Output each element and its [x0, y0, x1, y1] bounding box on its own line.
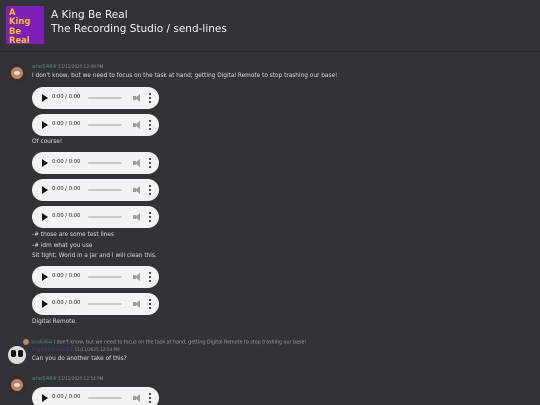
play-icon[interactable]: [42, 94, 48, 102]
audio-progress-slider[interactable]: [88, 162, 122, 164]
reply-author[interactable]: ano6464: [31, 341, 52, 346]
more-options-icon[interactable]: [149, 299, 151, 309]
message-text: Digital Remote.: [32, 319, 77, 325]
audio-player[interactable]: 0:00 / 0:00: [32, 114, 159, 136]
play-icon[interactable]: [42, 394, 48, 402]
play-icon[interactable]: [42, 213, 48, 221]
message-text: -# those are some test lines: [32, 232, 115, 238]
more-options-icon[interactable]: [149, 212, 151, 222]
more-options-icon[interactable]: [149, 393, 151, 403]
audio-time: 0:00 / 0:00: [52, 273, 81, 279]
audio-progress-slider[interactable]: [88, 276, 122, 278]
server-logo[interactable]: A King Be Real: [6, 6, 44, 45]
audio-player[interactable]: 0:00 / 0:00: [32, 266, 159, 288]
audio-progress-slider[interactable]: [88, 189, 122, 191]
reply-reference[interactable]: ano6464 I don't know, but we need to foc…: [23, 339, 306, 346]
audio-time: 0:00 / 0:00: [52, 300, 81, 306]
message-author[interactable]: ano6464 11/11/2025 12:49 PM: [32, 64, 103, 70]
audio-player[interactable]: 0:00 / 0:00: [32, 293, 159, 315]
audio-time: 0:00 / 0:00: [52, 213, 81, 219]
message-text: Of course!: [32, 139, 63, 145]
avatar[interactable]: [8, 64, 26, 82]
audio-time: 0:00 / 0:00: [52, 159, 81, 165]
server-name: A King Be Real: [51, 9, 128, 21]
play-icon[interactable]: [42, 186, 48, 194]
reply-avatar: [23, 339, 29, 345]
channel-header: A King Be Real A King Be Real The Record…: [0, 0, 540, 52]
play-icon[interactable]: [42, 159, 48, 167]
avatar[interactable]: [8, 346, 26, 364]
message-timestamp: 11/11/2025 12:54 PM: [74, 347, 120, 352]
message-author[interactable]: digitalcoven93 11/11/2025 12:54 PM: [32, 347, 120, 353]
audio-player[interactable]: 0:00 / 0:00: [32, 87, 159, 109]
audio-player[interactable]: 0:00 / 0:00: [32, 152, 159, 174]
message-timestamp: 11/11/2025 12:49 PM: [58, 64, 104, 69]
volume-icon[interactable]: [133, 273, 142, 281]
more-options-icon[interactable]: [149, 272, 151, 282]
message-text: Sit tight; World in a Jar and I will cle…: [32, 253, 157, 259]
more-options-icon[interactable]: [149, 158, 151, 168]
audio-player[interactable]: 0:00 / 0:00: [32, 387, 159, 405]
audio-progress-slider[interactable]: [88, 303, 122, 305]
channel-path: The Recording Studio / send-lines: [51, 23, 227, 35]
audio-player[interactable]: 0:00 / 0:00: [32, 206, 159, 228]
message-text: -# idm what you use: [32, 243, 93, 249]
message-text: I don't know, but we need to focus on th…: [32, 73, 338, 79]
more-options-icon[interactable]: [149, 93, 151, 103]
avatar[interactable]: [8, 376, 26, 394]
volume-icon[interactable]: [133, 300, 142, 308]
audio-time: 0:00 / 0:00: [52, 186, 81, 192]
message-timestamp: 11/11/2025 12:54 PM: [58, 376, 104, 381]
message-author[interactable]: ano6464 11/11/2025 12:54 PM: [32, 376, 103, 382]
audio-time: 0:00 / 0:00: [52, 94, 81, 100]
volume-icon[interactable]: [133, 159, 142, 167]
volume-icon[interactable]: [133, 394, 142, 402]
audio-progress-slider[interactable]: [88, 124, 122, 126]
play-icon[interactable]: [42, 273, 48, 281]
audio-time: 0:00 / 0:00: [52, 121, 81, 127]
volume-icon[interactable]: [133, 121, 142, 129]
volume-icon[interactable]: [133, 186, 142, 194]
audio-time: 0:00 / 0:00: [52, 394, 81, 400]
audio-progress-slider[interactable]: [88, 216, 122, 218]
audio-player[interactable]: 0:00 / 0:00: [32, 179, 159, 201]
audio-progress-slider[interactable]: [88, 97, 122, 99]
volume-icon[interactable]: [133, 213, 142, 221]
volume-icon[interactable]: [133, 94, 142, 102]
more-options-icon[interactable]: [149, 185, 151, 195]
message-text: Can you do another take of this?: [32, 356, 127, 362]
audio-progress-slider[interactable]: [88, 397, 122, 399]
play-icon[interactable]: [42, 300, 48, 308]
play-icon[interactable]: [42, 121, 48, 129]
reply-text: I don't know, but we need to focus on th…: [53, 340, 307, 346]
more-options-icon[interactable]: [149, 120, 151, 130]
